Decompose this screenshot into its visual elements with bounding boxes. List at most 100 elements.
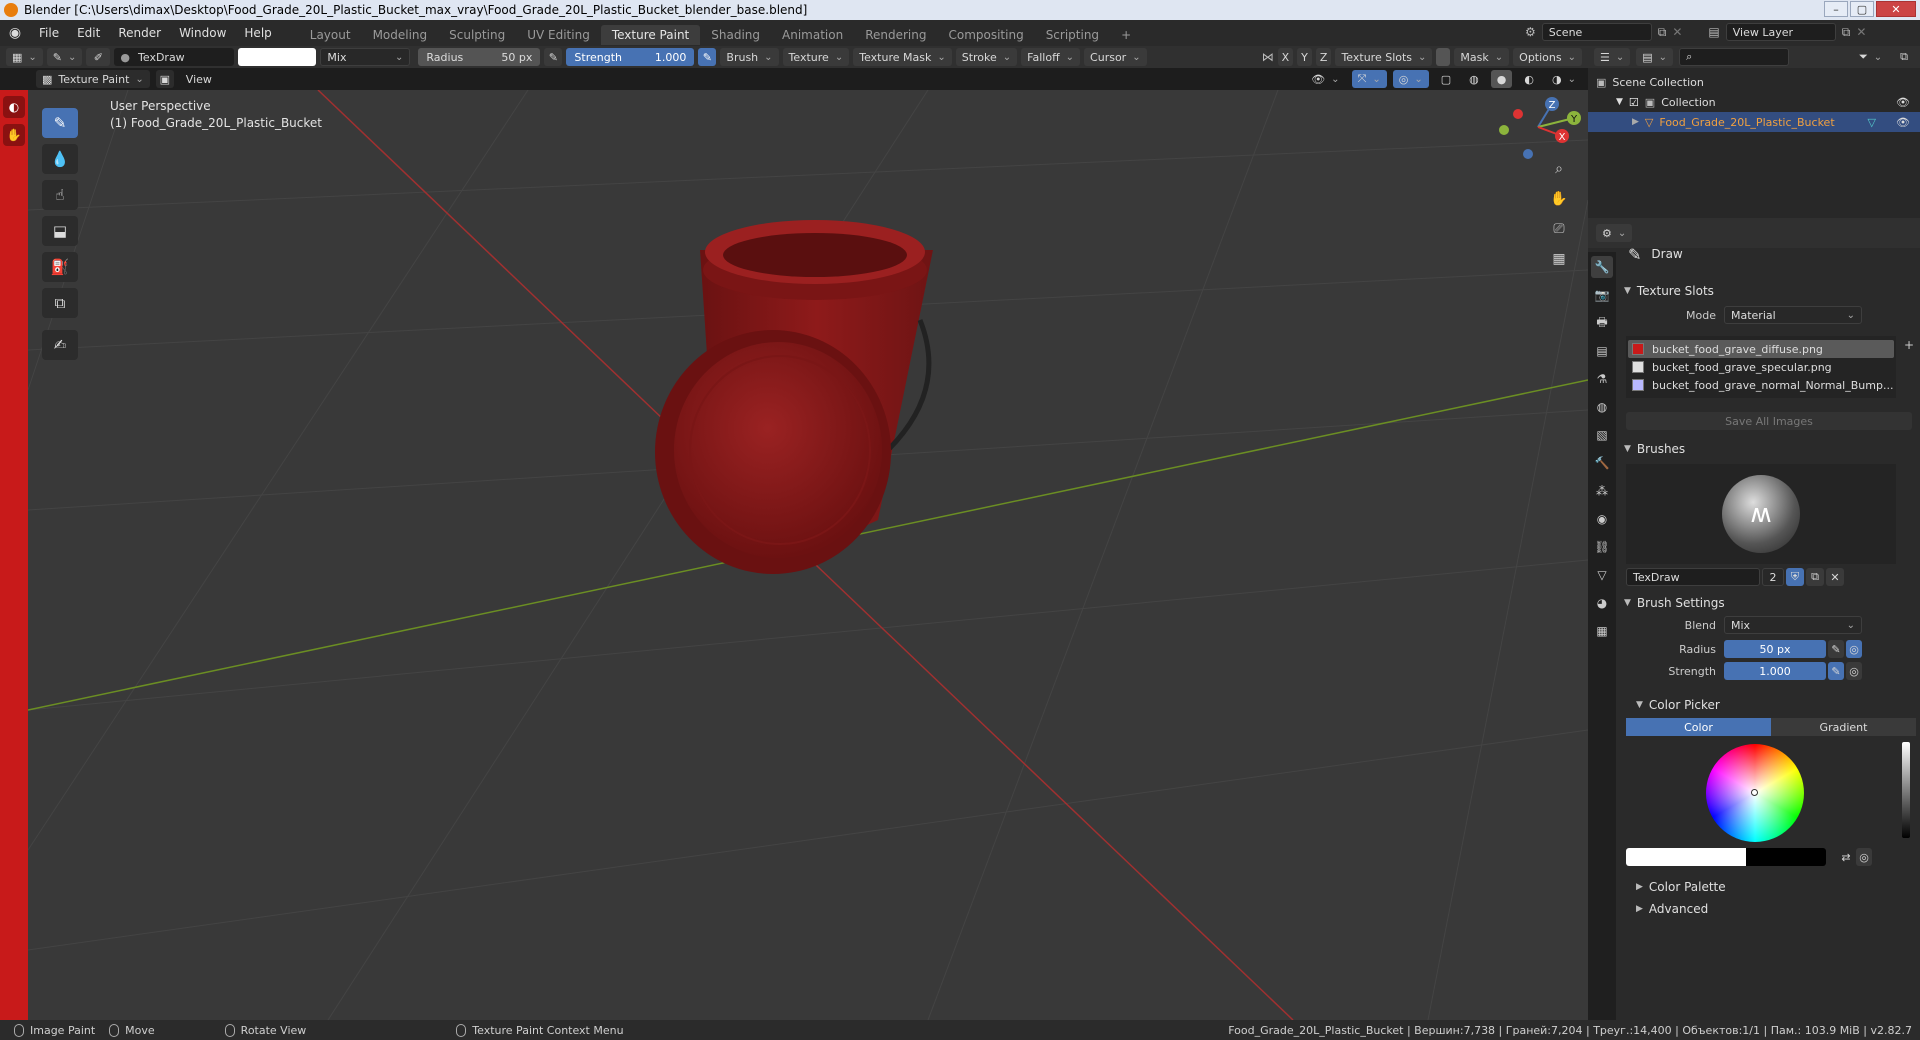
delete-view-layer-icon[interactable]: ✕ [1856,25,1866,39]
editor-type-dropdown[interactable]: ▦ [6,48,43,66]
strength-pressure-icon[interactable]: ✎ [1828,662,1844,680]
view-menu[interactable]: View [180,70,218,88]
brush-settings-panel-header[interactable]: ▼ Brush Settings [1618,592,1920,614]
outliner-editor-type[interactable]: ☰ [1594,48,1631,66]
minimize-button[interactable]: – [1824,1,1848,17]
fill-tool-icon[interactable]: ⛽ [42,252,78,282]
expand-arrow-icon[interactable]: ▶ [1632,117,1639,127]
menu-edit[interactable]: Edit [68,20,109,46]
zoom-icon[interactable]: ⌕ [1546,156,1572,182]
tab-layout[interactable]: Layout [299,25,362,45]
tab-rendering[interactable]: Rendering [854,25,937,45]
falloff-menu[interactable]: Falloff [1021,48,1081,66]
output-tab-icon[interactable]: 🖶 [1591,312,1613,334]
radius-slider[interactable]: 50 px [1724,640,1826,658]
scene-selector[interactable]: Scene [1541,23,1652,41]
radius-pressure-icon[interactable]: ✎ [1828,640,1844,658]
texture-mask-menu[interactable]: Texture Mask [853,48,952,66]
strength-field[interactable]: Strength 1.000 [566,48,695,66]
tab-shading[interactable]: Shading [700,25,771,45]
physics-tab-icon[interactable]: ◉ [1591,508,1613,530]
save-all-images-button[interactable]: Save All Images [1626,412,1912,430]
texture-menu[interactable]: Texture [782,48,850,66]
new-scene-icon[interactable]: ⧉ [1658,25,1667,40]
particles-tab-icon[interactable]: ⁂ [1591,480,1613,502]
brush-name-field[interactable]: ● TexDraw [114,48,235,66]
texture-slot-diffuse[interactable]: bucket_food_grave_diffuse.png [1628,340,1894,358]
color-preview-swatches[interactable] [1626,848,1826,866]
options-dropdown[interactable]: Options [1513,48,1582,66]
blender-menu-icon[interactable]: ◉ [0,25,30,41]
strip-tool-icon[interactable]: ◐ [3,96,25,118]
swap-colors-icon[interactable]: ⇄ [1838,848,1854,866]
view-layer-selector[interactable]: View Layer [1725,23,1836,41]
tab-compositing[interactable]: Compositing [937,25,1034,45]
material-tab-icon[interactable]: ◕ [1591,592,1613,614]
brush-name-input[interactable]: TexDraw [1626,568,1760,586]
blend-mode-dropdown[interactable]: Mix [320,48,411,66]
mask-dropdown[interactable]: Mask [1454,48,1510,66]
brush-preview[interactable]: ʍ [1626,464,1896,564]
camera-view-icon[interactable]: ⎚ [1546,216,1572,242]
scene-tab-icon[interactable]: ⚗ [1591,368,1613,390]
world-tab-icon[interactable]: ◍ [1591,396,1613,418]
object-tab-icon[interactable]: ▧ [1591,424,1613,446]
strength-pressure-icon[interactable]: ✎ [698,48,717,66]
color-palette-panel-header[interactable]: ▶ Color Palette [1618,876,1920,898]
texture-tab-icon[interactable]: ▦ [1591,620,1613,642]
radius-pressure-icon[interactable]: ✎ [544,48,563,66]
mirror-x-button[interactable]: X [1277,48,1294,66]
visibility-eye-icon[interactable]: 👁 [1896,116,1910,129]
cursor-menu[interactable]: Cursor [1084,48,1147,66]
color-wheel-cursor[interactable] [1751,789,1758,796]
brush-icon[interactable]: ✐ [86,48,111,66]
advanced-panel-header[interactable]: ▶ Advanced [1618,898,1920,920]
menu-file[interactable]: File [30,20,68,46]
solid-shading-icon[interactable]: ● [1490,70,1513,88]
tab-texture-paint[interactable]: Texture Paint [600,24,701,45]
tool-icon-dropdown[interactable]: ✎ [46,48,83,66]
fake-user-icon[interactable]: ⛨ [1786,568,1804,586]
outliner-display-mode[interactable]: ▤ [1636,48,1674,66]
tab-modeling[interactable]: Modeling [362,25,439,45]
tab-animation[interactable]: Animation [771,25,854,45]
tool-tab-icon[interactable]: 🔧 [1591,256,1613,278]
unlink-brush-icon[interactable]: ✕ [1826,568,1844,586]
navigation-gizmo[interactable]: Z Y X [1494,92,1582,162]
filter-icon[interactable]: ⏷ [1853,48,1888,66]
maximize-button[interactable]: ▢ [1850,1,1874,17]
texture-slots-panel-header[interactable]: ▼ Texture Slots [1618,280,1920,302]
new-view-layer-icon[interactable]: ⧉ [1842,25,1851,40]
mirror-y-button[interactable]: Y [1297,48,1312,66]
strength-slider[interactable]: 1.000 [1724,662,1826,680]
color-tab[interactable]: Color [1626,718,1771,736]
rendered-shading-icon[interactable]: ◑ [1546,70,1582,88]
delete-scene-icon[interactable]: ✕ [1672,25,1682,39]
color-unified-icon[interactable]: ◎ [1856,848,1872,866]
tab-uv-editing[interactable]: UV Editing [516,25,601,45]
brush-color-swatch[interactable] [238,48,317,66]
material-shading-icon[interactable]: ◐ [1518,70,1540,88]
view-layer-tab-icon[interactable]: ▤ [1591,340,1613,362]
render-tab-icon[interactable]: 📷 [1591,284,1613,306]
mode-selector[interactable]: ▩ Texture Paint [36,70,150,88]
visibility-eye-icon[interactable]: 👁 [1896,96,1910,109]
annotate-tool-icon[interactable]: ✍ [42,330,78,360]
texture-slot-specular[interactable]: bucket_food_grave_specular.png [1628,358,1894,376]
3d-viewport[interactable]: User Perspective (1) Food_Grade_20L_Plas… [28,90,1588,1020]
menu-help[interactable]: Help [235,20,280,46]
soften-tool-icon[interactable]: 💧 [42,144,78,174]
mask-tool-icon[interactable]: ⧉ [42,288,78,318]
draw-tool-icon[interactable]: ✎ [42,108,78,138]
clone-tool-icon[interactable]: ⬓ [42,216,78,246]
tab-scripting[interactable]: Scripting [1035,25,1110,45]
outliner-scene-collection[interactable]: ▣ Scene Collection [1588,72,1920,92]
mesh-data-icon[interactable]: ▽ [1868,116,1876,129]
gradient-tab[interactable]: Gradient [1771,718,1916,736]
xray-toggle-icon[interactable]: ▢ [1435,70,1457,88]
expand-arrow-icon[interactable]: ▼ [1616,97,1623,107]
brushes-panel-header[interactable]: ▼ Brushes [1618,438,1920,460]
wireframe-shading-icon[interactable]: ◍ [1463,70,1485,88]
modifier-tab-icon[interactable]: 🔨 [1591,452,1613,474]
duplicate-brush-icon[interactable]: ⧉ [1806,568,1824,586]
